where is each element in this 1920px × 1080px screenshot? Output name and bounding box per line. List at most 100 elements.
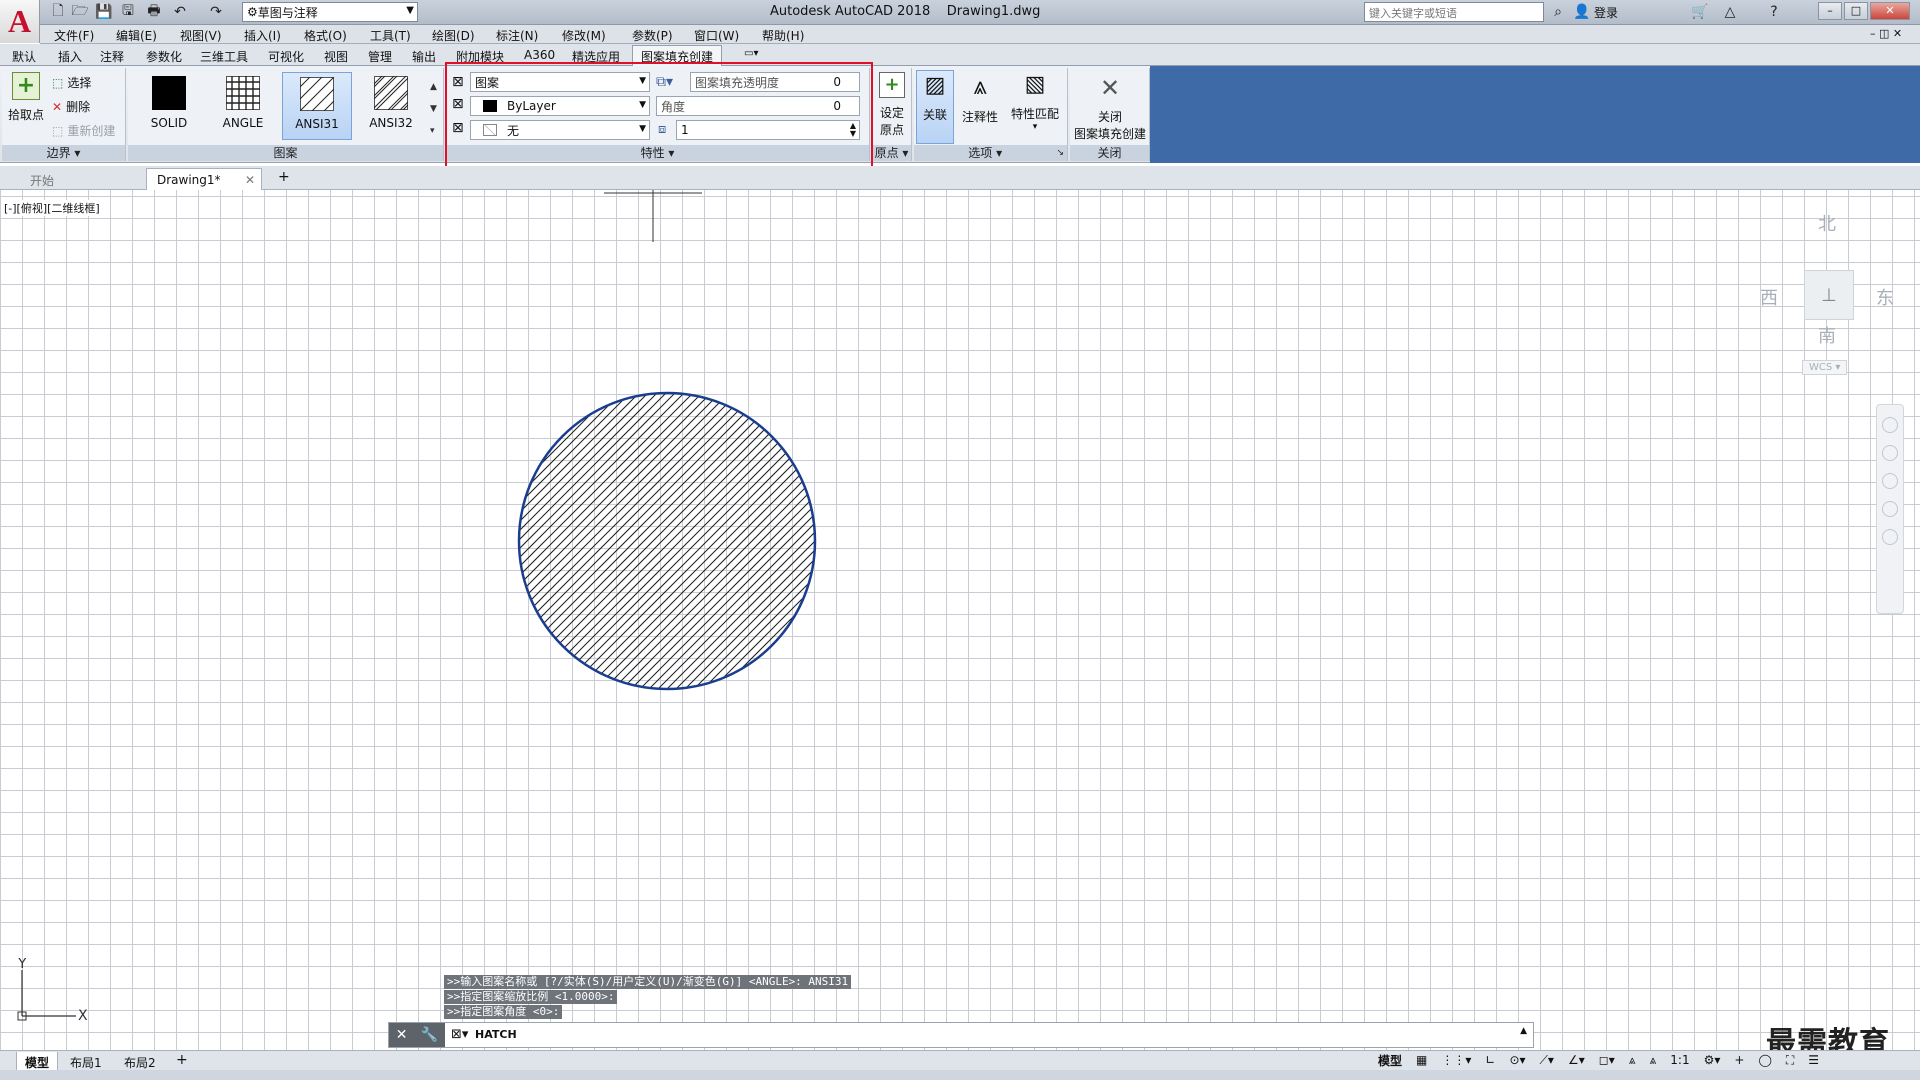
menu-view[interactable]: 视图(V) [180,27,222,44]
plus-icon[interactable]: + [1734,1053,1744,1067]
set-origin-button[interactable]: + 设定 原点 [874,72,910,138]
tab-start[interactable]: 开始 [20,168,140,190]
select-objects-button[interactable]: ⬚ 选择 [52,74,91,91]
pattern-scroll-arrows[interactable]: ▲ ▼ ▾ [430,76,437,142]
panel-boundary-title[interactable]: 边界 ▾ [2,145,125,161]
login-button[interactable]: 登录 [1594,4,1618,21]
wcs-menu[interactable]: WCS ▾ [1802,360,1848,375]
hatched-circle[interactable] [516,390,818,692]
cart-icon[interactable]: 🛒 [1690,3,1710,21]
help-icon[interactable]: ? [1764,3,1784,21]
tab-view[interactable]: 视图 [324,48,348,65]
menu-help[interactable]: 帮助(H) [762,27,804,44]
search-input[interactable]: 键入关键字或短语 [1364,2,1544,22]
wrench-icon[interactable]: 🔧 [421,1027,438,1043]
showmotion-icon[interactable] [1882,529,1898,545]
model-space-button[interactable]: 模型 [1378,1052,1402,1069]
menu-format[interactable]: 格式(O) [304,27,347,44]
angle-icon[interactable]: ∠▾ [1568,1053,1585,1067]
orbit-icon[interactable] [1882,501,1898,517]
compass-west[interactable]: 西 [1760,284,1778,310]
tab-a360[interactable]: A360 [524,48,555,62]
compass-east[interactable]: 东 [1876,284,1894,310]
gear-icon[interactable]: ⚙▾ [1704,1053,1721,1067]
tab-annotate[interactable]: 注释 [100,48,124,65]
open-file-icon[interactable]: 🗁 [70,3,90,21]
compass-north[interactable]: 北 [1818,210,1836,236]
undo-icon[interactable]: ↶ [170,3,190,21]
doc-window-controls[interactable]: – ◫ ✕ [1870,27,1902,40]
maximize-button[interactable]: □ [1844,2,1868,20]
menu-parametric[interactable]: 参数(P) [632,27,673,44]
remove-boundary-button[interactable]: ✕ 删除 [52,98,90,115]
tab-parametric[interactable]: 参数化 [146,48,182,65]
new-file-icon[interactable]: 🗋 [48,3,68,21]
menu-dimension[interactable]: 标注(N) [496,27,538,44]
pattern-angle[interactable]: ANGLE [208,72,278,140]
tab-visualize[interactable]: 可视化 [268,48,304,65]
cube-top-face[interactable]: ⊥ [1804,270,1854,320]
close-tab-icon[interactable]: ✕ [245,173,255,187]
menu-modify[interactable]: 修改(M) [562,27,606,44]
tab-insert[interactable]: 插入 [58,48,82,65]
steering-wheel-icon[interactable] [1882,417,1898,433]
minimize-button[interactable]: – [1818,2,1842,20]
add-layout-button[interactable]: + [170,1052,194,1068]
tab-manage[interactable]: 管理 [368,48,392,65]
menu-window[interactable]: 窗口(W) [694,27,739,44]
isolate-icon[interactable]: ◯ [1758,1053,1771,1067]
pick-point-button[interactable]: + 拾取点 [6,72,46,123]
fullscreen-icon[interactable]: ⛶ [1786,1053,1794,1068]
snap-icon[interactable]: ⋮⋮▾ [1441,1053,1471,1067]
annotation-icon[interactable]: ⩓ [1629,1053,1636,1068]
viewcube[interactable]: 北 西 东 南 ⊥ WCS ▾ [1760,210,1900,390]
pattern-ansi32[interactable]: ANSI32 [356,72,426,140]
pattern-solid[interactable]: SOLID [134,72,204,140]
menu-edit[interactable]: 编辑(E) [116,27,157,44]
a360-icon[interactable]: △ [1720,3,1740,21]
drawing-canvas[interactable]: [-][俯视][二维线框] 北 西 东 南 ⊥ WCS ▾ Y X >>输入图案… [0,190,1920,1050]
command-line[interactable]: ✕ 🔧 ⊠▾ HATCH ▲ [388,1022,1534,1048]
associative-button[interactable]: ▨ 关联 [916,70,954,144]
tab-output[interactable]: 输出 [412,48,436,65]
osnap-icon[interactable]: ⟋▾ [1540,1053,1554,1068]
grid-icon[interactable]: ▦ [1416,1053,1427,1067]
annotative-button[interactable]: ⩓ 注释性 [958,72,1002,125]
menu-tools[interactable]: 工具(T) [370,27,411,44]
recreate-boundary-button[interactable]: ⬚ 重新创建 [52,122,115,139]
binoculars-icon[interactable]: ⌕ [1548,3,1568,21]
new-tab-button[interactable]: + [272,168,296,190]
panel-options-title[interactable]: 选项 ▾ ↘ [914,145,1067,161]
customize-icon[interactable]: ☰ [1808,1053,1819,1067]
workspace-select[interactable]: ⚙ 草图与注释 ▼ [242,2,418,22]
tab-3d-tools[interactable]: 三维工具 [200,48,248,65]
pan-icon[interactable] [1882,445,1898,461]
annotation-scale-icon[interactable]: ⩓ [1650,1053,1657,1068]
save-as-icon[interactable]: 🖫 [118,3,138,21]
application-menu-button[interactable]: A [0,0,40,43]
panel-origin-title[interactable]: 原点 ▾ [872,145,911,161]
ortho-icon[interactable]: ∟ [1485,1053,1495,1067]
close-command-icon[interactable]: ✕ [396,1027,408,1043]
user-icon[interactable]: 👤 [1572,3,1592,21]
pattern-ansi31[interactable]: ANSI31 [282,72,352,140]
close-hatch-creation-button[interactable]: ✕ 关闭 图案填充创建 [1072,74,1148,142]
menu-insert[interactable]: 插入(I) [244,27,281,44]
tab-drawing1[interactable]: Drawing1* ✕ [146,168,262,190]
compass-south[interactable]: 南 [1818,322,1836,348]
viewport-controls[interactable]: [-][俯视][二维线框] [4,200,100,216]
menu-draw[interactable]: 绘图(D) [432,27,475,44]
close-window-button[interactable]: ✕ [1870,2,1910,20]
menu-file[interactable]: 文件(F) [54,27,94,44]
print-icon[interactable]: 🖶 [144,3,164,21]
match-properties-button[interactable]: ▧ 特性匹配 ▾ [1006,72,1064,132]
save-icon[interactable]: 💾 [94,3,114,21]
zoom-icon[interactable] [1882,473,1898,489]
workspace-icon[interactable]: ◻▾ [1599,1053,1615,1067]
redo-icon[interactable]: ↷ [206,3,226,21]
chevron-up-icon[interactable]: ▲ [1520,1026,1527,1036]
command-input[interactable]: HATCH [475,1028,517,1041]
annotation-scale[interactable]: 1:1 [1670,1053,1689,1067]
ribbon-toggle-icon[interactable]: ▭▾ [744,48,758,59]
polar-icon[interactable]: ⊙▾ [1509,1053,1525,1067]
